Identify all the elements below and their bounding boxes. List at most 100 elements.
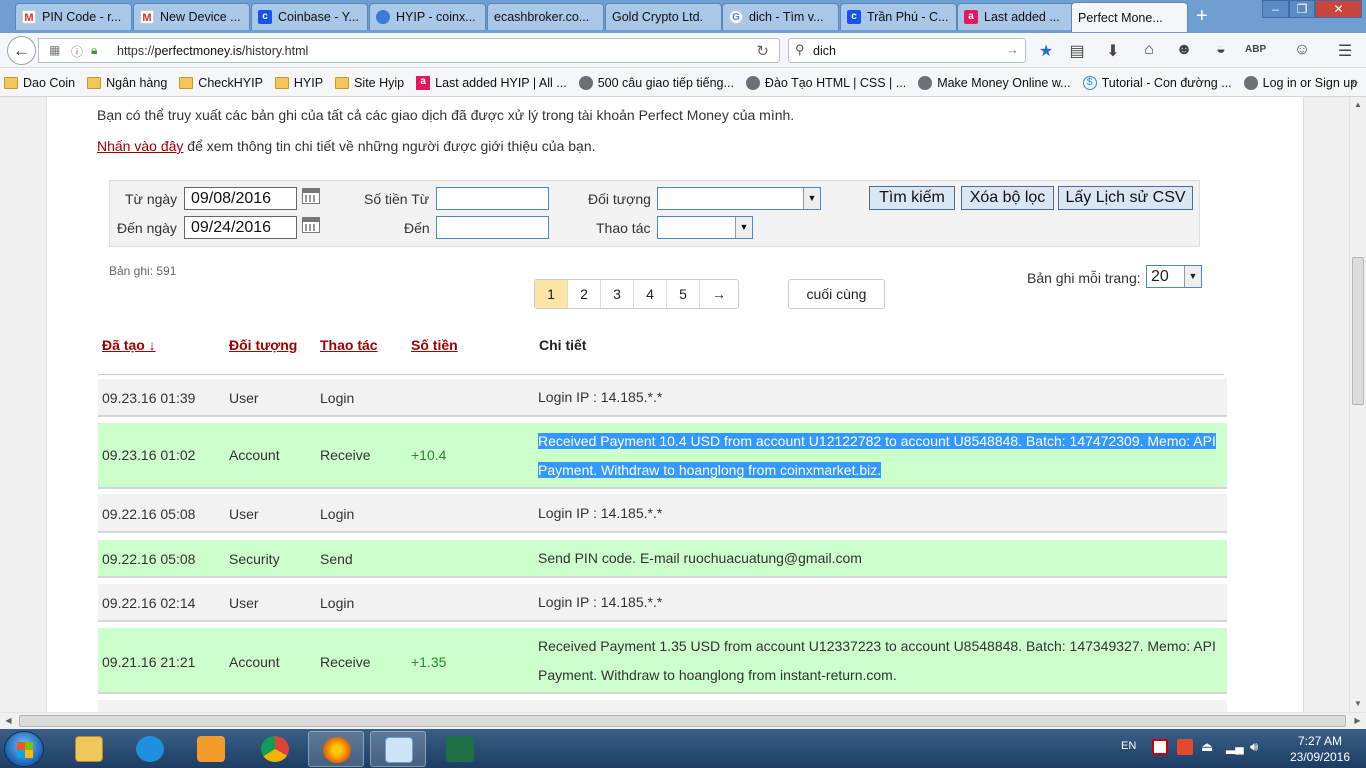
amount-from-input[interactable] bbox=[436, 187, 549, 210]
scroll-right-icon[interactable]: ▶ bbox=[1349, 713, 1366, 729]
horizontal-scrollbar[interactable]: ◀ ▶ bbox=[0, 712, 1366, 729]
calendar-icon[interactable] bbox=[302, 188, 320, 204]
cell-created: 09.22.16 05:08 bbox=[102, 551, 196, 567]
page-5-button[interactable]: 5 bbox=[667, 280, 700, 308]
tab-perfect-money[interactable]: Perfect Mone... bbox=[1071, 2, 1188, 32]
column-object[interactable]: Đối tượng bbox=[229, 337, 297, 353]
cell-details: Login IP : 14.185.*.* bbox=[538, 594, 663, 610]
reload-icon[interactable]: ↻ bbox=[756, 42, 769, 60]
tab-dich[interactable]: Gdich - Tìm v... bbox=[722, 3, 839, 30]
column-action[interactable]: Thao tác bbox=[320, 337, 378, 353]
tab-new-device[interactable]: M New Device ... bbox=[133, 3, 250, 30]
next-page-button[interactable]: → bbox=[700, 280, 738, 308]
amount-to-input[interactable] bbox=[436, 216, 549, 239]
adblock-icon[interactable]: ABP bbox=[1245, 44, 1266, 55]
close-window-button[interactable]: ✕ bbox=[1315, 0, 1362, 18]
scroll-down-icon[interactable]: ▼ bbox=[1350, 696, 1366, 712]
page-1-button[interactable]: 1 bbox=[535, 280, 568, 308]
calendar-icon[interactable] bbox=[302, 217, 320, 233]
coinbase-icon: c bbox=[847, 10, 861, 24]
from-date-label: Từ ngày bbox=[125, 191, 178, 207]
bookmark-tutorial[interactable]: $ Tutorial - Con đường ... bbox=[1082, 75, 1232, 90]
tab-gold-crypto[interactable]: Gold Crypto Ltd. bbox=[605, 3, 722, 30]
search-input[interactable]: dich bbox=[813, 44, 836, 58]
maximize-button[interactable]: ❐ bbox=[1289, 0, 1315, 18]
vertical-scrollbar[interactable]: ▲ ▼ bbox=[1349, 97, 1366, 712]
bookmark-log-in[interactable]: Log in or Sign up bbox=[1243, 75, 1357, 90]
scroll-up-icon[interactable]: ▲ bbox=[1350, 97, 1366, 113]
tab-coinbase[interactable]: c Coinbase - Y... bbox=[251, 3, 368, 30]
page-3-button[interactable]: 3 bbox=[601, 280, 634, 308]
tab-hyip[interactable]: HYIP - coinx... bbox=[369, 3, 486, 30]
clock-date[interactable]: 23/09/2016 bbox=[1280, 750, 1360, 764]
url-bar[interactable]: ▦ ⓘ 🔒︎ https://perfectmoney.is/history.h… bbox=[38, 38, 780, 63]
chrome-icon[interactable] bbox=[247, 731, 303, 767]
tab-last-added[interactable]: a Last added ... bbox=[957, 3, 1074, 30]
bookmarks-overflow-button[interactable]: » bbox=[1351, 74, 1358, 89]
bookmark-500-cau[interactable]: 500 câu giao tiếp tiếng... bbox=[578, 75, 734, 90]
bookmark-checkhyip[interactable]: CheckHYIP bbox=[179, 76, 263, 90]
bookmark-star-icon[interactable]: ★ bbox=[1036, 41, 1056, 61]
excel-icon[interactable] bbox=[432, 731, 488, 767]
vertical-scroll-thumb[interactable] bbox=[1352, 257, 1364, 405]
start-button[interactable] bbox=[4, 731, 44, 767]
object-select[interactable]: ▼ bbox=[657, 187, 821, 210]
column-amount[interactable]: Số tiền bbox=[411, 337, 458, 353]
bookmark-ngan-hang[interactable]: Ngân hàng bbox=[87, 76, 167, 90]
new-tab-button[interactable]: + bbox=[1196, 5, 1208, 28]
cell-created: 09.23.16 01:39 bbox=[102, 390, 196, 406]
pocket-icon[interactable]: ◒ bbox=[1211, 41, 1231, 59]
tab-tran-phu[interactable]: c Trần Phú - C... bbox=[840, 3, 957, 30]
table-row: 09.21.16 21:21 Account Receive +1.35 Rec… bbox=[98, 628, 1227, 694]
file-explorer-icon[interactable] bbox=[61, 731, 117, 767]
page-2-button[interactable]: 2 bbox=[568, 280, 601, 308]
tab-pin-code[interactable]: M PIN Code - r... bbox=[15, 3, 132, 30]
language-indicator[interactable]: EN bbox=[1121, 740, 1136, 752]
reading-list-icon[interactable]: ▤ bbox=[1067, 41, 1087, 61]
search-go-icon[interactable]: → bbox=[1006, 42, 1019, 57]
clock-time[interactable]: 7:27 AM bbox=[1280, 734, 1360, 748]
cell-object: User bbox=[229, 595, 259, 611]
per-page-select[interactable]: 20 ▼ bbox=[1146, 265, 1202, 288]
firefox-icon[interactable] bbox=[308, 731, 364, 767]
page-4-button[interactable]: 4 bbox=[634, 280, 667, 308]
clear-filter-button[interactable]: Xóa bộ lọc bbox=[961, 186, 1054, 210]
csv-history-button[interactable]: Lấy Lịch sử CSV bbox=[1058, 186, 1193, 210]
bookmark-last-added-hyip[interactable]: a Last added HYIP | All ... bbox=[416, 75, 567, 90]
home-icon[interactable]: ⌂ bbox=[1139, 41, 1159, 59]
download-icon[interactable]: ⬇ bbox=[1103, 41, 1123, 61]
back-button[interactable]: ← bbox=[7, 36, 36, 65]
bookmark-hyip[interactable]: HYIP bbox=[274, 76, 323, 90]
volume-icon[interactable]: 🔊︎ bbox=[1250, 739, 1266, 755]
action-select[interactable]: ▼ bbox=[657, 216, 753, 239]
last-page-button[interactable]: cuối cùng bbox=[788, 279, 885, 309]
extension-icon[interactable]: ☺ bbox=[1292, 41, 1312, 59]
bookmark-dao-tao-html[interactable]: Đào Tạo HTML | CSS | ... bbox=[745, 75, 906, 90]
from-date-input[interactable]: 09/08/2016 bbox=[184, 187, 297, 210]
paint-icon[interactable] bbox=[370, 731, 426, 767]
signal-icon[interactable]: ▂▄ bbox=[1226, 739, 1244, 755]
search-button[interactable]: Tìm kiếm bbox=[869, 186, 955, 210]
column-created[interactable]: Đã tạo ↓ bbox=[102, 337, 156, 353]
antivirus-icon[interactable] bbox=[1152, 739, 1168, 755]
media-player-icon[interactable] bbox=[183, 731, 239, 767]
bookmark-make-money[interactable]: Make Money Online w... bbox=[918, 75, 1071, 90]
tab-ecashbroker[interactable]: ecashbroker.co... bbox=[487, 3, 604, 30]
horizontal-scroll-thumb[interactable] bbox=[19, 715, 1346, 727]
network-usb-icon[interactable]: ⏏ bbox=[1201, 739, 1217, 755]
gmail-icon: M bbox=[140, 10, 154, 24]
cell-object: Account bbox=[229, 447, 280, 463]
chat-icon[interactable]: ☻ bbox=[1174, 41, 1194, 59]
search-bar[interactable]: ⚲ dich → bbox=[788, 38, 1026, 63]
bookmark-dao-coin[interactable]: Dao Coin bbox=[4, 76, 75, 90]
shield-icon[interactable] bbox=[1177, 739, 1193, 755]
to-date-input[interactable]: 09/24/2016 bbox=[184, 216, 297, 239]
referral-link[interactable]: Nhấn vào đây bbox=[97, 138, 183, 154]
cell-created: 09.23.16 01:02 bbox=[102, 447, 196, 463]
menu-icon[interactable]: ☰ bbox=[1335, 41, 1355, 61]
internet-explorer-icon[interactable] bbox=[122, 731, 178, 767]
bookmark-site-hyip[interactable]: Site Hyip bbox=[335, 76, 404, 90]
amount-to-label: Đến bbox=[404, 220, 430, 236]
scroll-left-icon[interactable]: ◀ bbox=[0, 713, 17, 729]
minimize-button[interactable]: – bbox=[1262, 0, 1289, 18]
